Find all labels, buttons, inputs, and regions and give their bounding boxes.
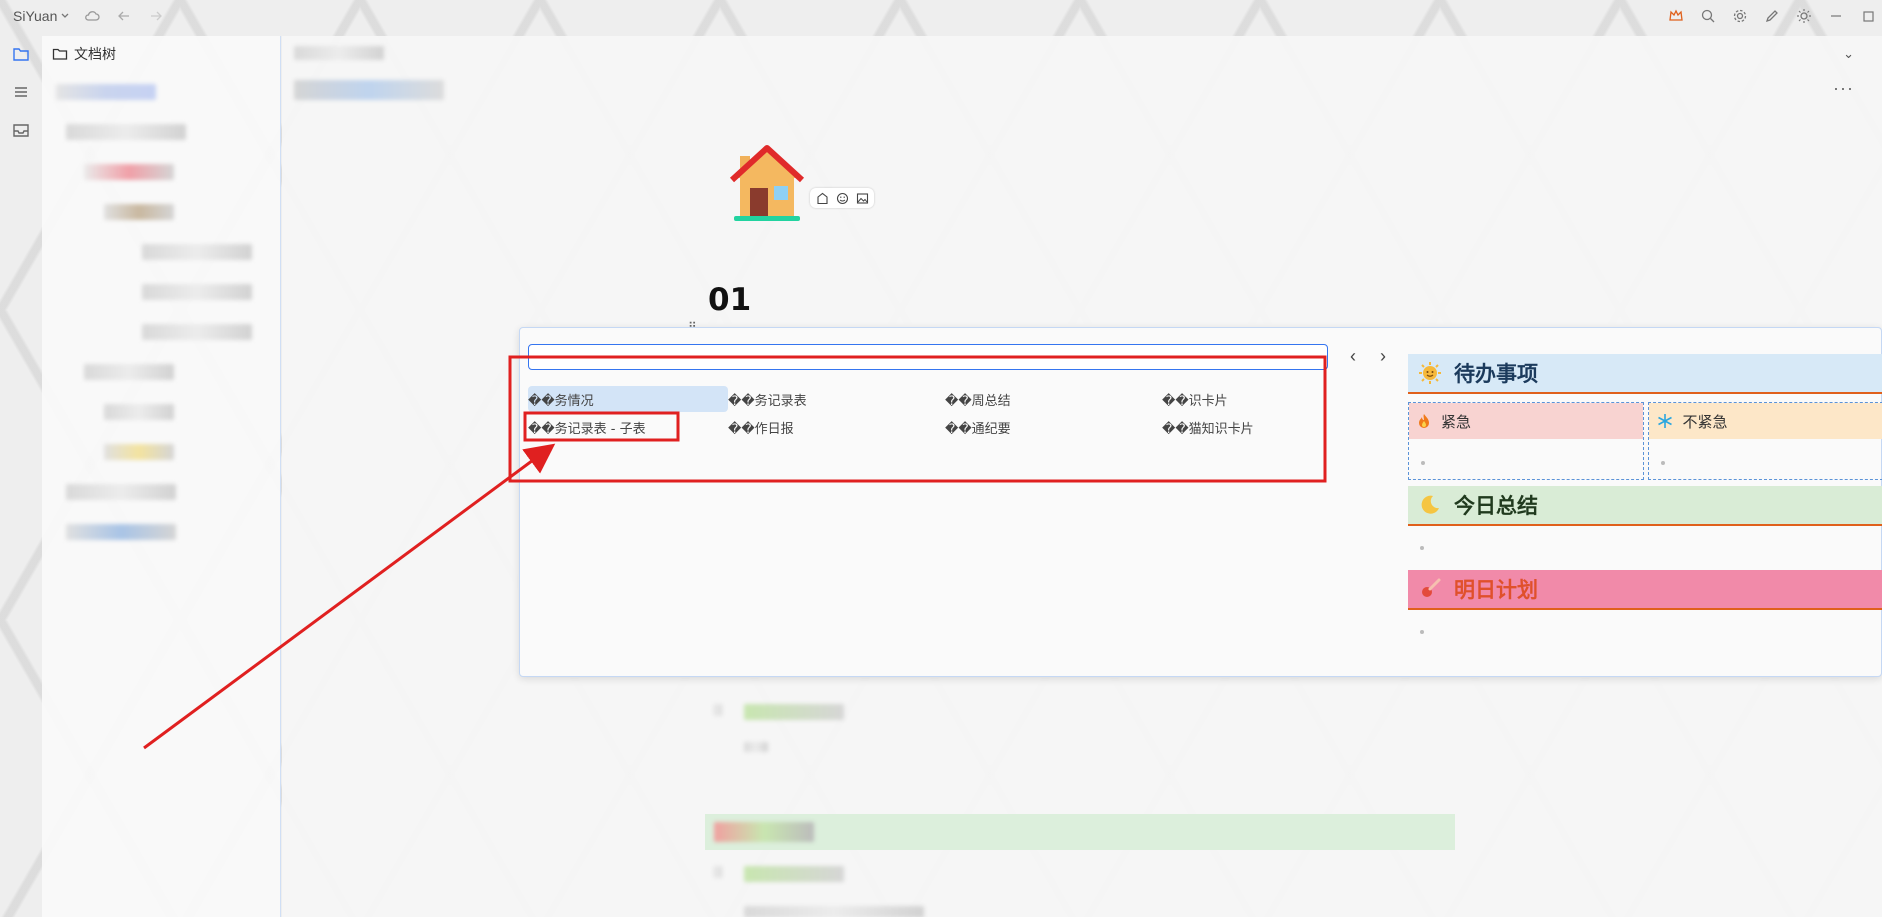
- tree-item[interactable]: [42, 232, 280, 272]
- doc-tree-header: 文档树: [42, 36, 280, 72]
- edit-icon[interactable]: [1758, 2, 1786, 30]
- todo-heading-text: 待办事项: [1454, 362, 1538, 386]
- not-urgent-label: 不紧急: [1682, 412, 1728, 431]
- document-house-icon[interactable]: [726, 144, 808, 226]
- chevron-down-icon: [61, 13, 69, 18]
- template-item[interactable]: ��猫知识卡片: [1162, 414, 1362, 440]
- crown-icon[interactable]: [1662, 2, 1690, 30]
- tree-item[interactable]: [42, 72, 280, 112]
- tag-icon[interactable]: [814, 190, 830, 206]
- template-item[interactable]: ��识卡片: [1162, 386, 1362, 412]
- image-icon[interactable]: [854, 190, 870, 206]
- template-item[interactable]: ��周总结: [945, 386, 1162, 412]
- moon-icon: [1421, 495, 1439, 514]
- not-urgent-column: 不紧急: [1647, 402, 1882, 480]
- template-search-input[interactable]: [528, 344, 1328, 370]
- icon-toolbar: [810, 188, 874, 208]
- prev-page-button[interactable]: ‹: [1343, 346, 1363, 367]
- template-picker-popup: ‹ › ��务情况 ��务记录表 ��周总结 ��识卡片 ��务记录表 - 子表…: [519, 327, 1882, 677]
- gear-icon[interactable]: [1726, 2, 1754, 30]
- breadcrumb: [294, 46, 384, 60]
- fire-icon: [1419, 414, 1429, 428]
- template-item[interactable]: ��务情况: [528, 386, 728, 412]
- template-preview: 待办事项 紧急 不紧急 今日总结 明日计划: [1408, 354, 1882, 654]
- chevron-down-icon[interactable]: ⌄: [1843, 46, 1854, 62]
- placeholder-dot: [1420, 630, 1424, 634]
- tree-item[interactable]: [42, 192, 280, 232]
- sun-face-icon: [1419, 362, 1441, 384]
- summary-heading-text: 今日总结: [1454, 494, 1538, 518]
- tree-item[interactable]: [42, 512, 280, 552]
- theme-sun-icon[interactable]: [1790, 2, 1818, 30]
- tree-item[interactable]: [42, 392, 280, 432]
- template-item[interactable]: ��作日报: [728, 414, 945, 440]
- title-bar: SiYuan: [0, 0, 1882, 32]
- workspace-name: SiYuan: [13, 8, 58, 24]
- workspace-switcher[interactable]: SiYuan: [13, 8, 70, 24]
- back-arrow-icon[interactable]: [110, 2, 138, 30]
- tree-item[interactable]: [42, 272, 280, 312]
- summary-heading: 今日总结: [1408, 486, 1882, 526]
- tree-item[interactable]: [42, 432, 280, 472]
- doc-tree-panel: 文档树: [42, 36, 281, 917]
- urgent-label: 紧急: [1441, 412, 1472, 431]
- cloud-sync-icon[interactable]: [78, 2, 106, 30]
- tree-item[interactable]: [42, 352, 280, 392]
- doc-tree-title: 文档树: [74, 46, 116, 62]
- document-title[interactable]: 01: [708, 282, 751, 318]
- highlighted-block: [705, 814, 1455, 850]
- plan-heading-text: 明日计划: [1454, 578, 1538, 602]
- file-tree-icon[interactable]: [7, 38, 35, 70]
- template-list: ��务情况 ��务记录表 ��周总结 ��识卡片 ��务记录表 - 子表 ��作…: [528, 386, 1398, 440]
- folder-icon: [52, 48, 68, 60]
- minimize-icon[interactable]: [1822, 2, 1850, 30]
- placeholder-dot: [1420, 546, 1424, 550]
- doc-tab[interactable]: [294, 80, 444, 100]
- snowflake-icon: [1657, 414, 1672, 428]
- forward-arrow-icon[interactable]: [142, 2, 170, 30]
- next-page-button[interactable]: ›: [1373, 346, 1393, 367]
- left-dock: [0, 38, 42, 146]
- template-item[interactable]: ��务记录表 - 子表: [528, 414, 728, 440]
- tree-item[interactable]: [42, 112, 280, 152]
- comet-icon: [1422, 578, 1441, 597]
- plan-heading: 明日计划: [1408, 570, 1882, 610]
- tree-item[interactable]: [42, 472, 280, 512]
- tree-item[interactable]: [42, 312, 280, 352]
- more-options-button[interactable]: ···: [1833, 78, 1854, 99]
- maximize-icon[interactable]: [1854, 2, 1882, 30]
- tree-item[interactable]: [42, 152, 280, 192]
- template-item[interactable]: ��通纪要: [945, 414, 1162, 440]
- urgent-column: 紧急: [1408, 402, 1644, 480]
- template-item[interactable]: ��务记录表: [728, 386, 945, 412]
- outline-icon[interactable]: [7, 76, 35, 108]
- todo-heading: 待办事项: [1408, 354, 1882, 394]
- emoji-icon[interactable]: [834, 190, 850, 206]
- search-icon[interactable]: [1694, 2, 1722, 30]
- inbox-icon[interactable]: [7, 114, 35, 146]
